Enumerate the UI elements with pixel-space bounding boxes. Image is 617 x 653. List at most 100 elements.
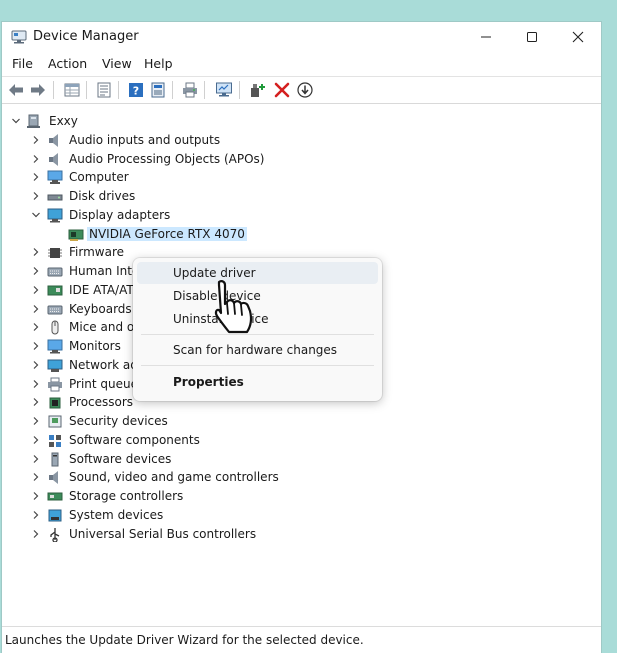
chevron-right-icon[interactable] xyxy=(31,172,41,182)
chevron-right-icon[interactable] xyxy=(31,266,41,276)
mouse-icon xyxy=(51,320,59,335)
tree-category-label: Audio Processing Objects (APOs) xyxy=(69,151,265,166)
minimize-icon xyxy=(481,36,491,38)
tree-category-label: Universal Serial Bus controllers xyxy=(69,526,257,541)
chevron-right-icon[interactable] xyxy=(31,304,41,314)
remove-x-icon xyxy=(274,82,290,98)
chevron-right-icon[interactable] xyxy=(31,247,41,257)
software-component-icon xyxy=(49,434,61,447)
ide-controller-icon xyxy=(47,285,63,296)
window-title: Device Manager xyxy=(33,29,139,44)
print-icon xyxy=(183,82,197,98)
chevron-right-icon[interactable] xyxy=(31,435,41,445)
context-scan-hardware-label: Scan for hardware changes xyxy=(173,343,338,357)
close-button[interactable] xyxy=(555,22,601,52)
display-adapter-icon xyxy=(47,208,63,223)
tree-category-label: Keyboards xyxy=(69,301,132,316)
uninstall-button[interactable] xyxy=(273,81,291,99)
menu-file[interactable]: File xyxy=(12,56,33,71)
maximize-button[interactable] xyxy=(509,22,555,52)
context-properties[interactable]: Properties xyxy=(137,371,378,393)
toolbar-separator xyxy=(86,81,87,99)
forward-button[interactable] xyxy=(29,81,47,99)
menu-action[interactable]: Action xyxy=(48,56,87,71)
chevron-right-icon[interactable] xyxy=(31,360,41,370)
minimize-button[interactable] xyxy=(463,22,509,52)
toolbar: ? xyxy=(2,76,601,104)
chevron-right-icon[interactable] xyxy=(31,454,41,464)
keyboard-icon xyxy=(47,267,63,277)
tree-category[interactable]: Software devices xyxy=(2,450,601,469)
download-driver-button[interactable] xyxy=(296,81,314,99)
device-manager-app-icon xyxy=(11,30,27,44)
menu-view[interactable]: View xyxy=(102,56,132,71)
tree-category-label: Processors xyxy=(69,395,134,410)
toolbar-separator xyxy=(204,81,205,99)
device-panel-button[interactable] xyxy=(149,81,167,99)
context-scan-hardware[interactable]: Scan for hardware changes xyxy=(137,339,378,361)
tree-category-label: IDE ATA/ATA xyxy=(69,282,141,297)
tree-category[interactable]: Security devices xyxy=(2,412,601,431)
properties-button[interactable] xyxy=(63,81,81,99)
tree-category[interactable]: Audio Processing Objects (APOs) xyxy=(2,150,601,169)
title-bar[interactable]: Device Manager xyxy=(2,22,601,52)
menu-help[interactable]: Help xyxy=(144,56,173,71)
chevron-right-icon[interactable] xyxy=(31,191,41,201)
tree-category-label: Network ad xyxy=(69,357,138,372)
context-properties-label: Properties xyxy=(173,375,244,389)
chevron-right-icon[interactable] xyxy=(31,529,41,539)
tree-category-label: Storage controllers xyxy=(69,489,184,503)
chevron-right-icon[interactable] xyxy=(31,397,41,407)
speaker-icon xyxy=(49,133,58,147)
tree-category-label: Firmware xyxy=(69,245,124,260)
tree-category[interactable]: Software components xyxy=(2,431,601,450)
tree-category-label: Security devices xyxy=(69,414,168,428)
computer-tower-icon xyxy=(27,114,40,128)
svg-text:?: ? xyxy=(133,85,139,98)
tree-category[interactable]: Disk drives xyxy=(2,187,601,206)
chevron-right-icon[interactable] xyxy=(31,416,41,426)
chevron-down-icon[interactable] xyxy=(11,116,21,126)
close-icon xyxy=(572,31,584,43)
tree-category-label: Human Inte xyxy=(69,264,140,278)
tree-category[interactable]: Audio inputs and outputs xyxy=(2,131,601,150)
tree-category-label: Disk drives xyxy=(69,189,136,203)
update-list-button[interactable] xyxy=(95,81,113,99)
tree-category-label: Display adapters xyxy=(69,207,171,222)
toolbar-separator xyxy=(118,81,119,99)
tree-category[interactable]: Storage controllers xyxy=(2,487,601,506)
print-button[interactable] xyxy=(181,81,199,99)
chevron-right-icon[interactable] xyxy=(31,154,41,164)
tree-category[interactable]: Display adapters xyxy=(2,206,601,225)
chevron-down-icon[interactable] xyxy=(31,210,41,220)
back-button[interactable] xyxy=(7,81,25,99)
chevron-right-icon[interactable] xyxy=(31,491,41,501)
tree-category[interactable]: Universal Serial Bus controllers xyxy=(2,525,601,544)
speaker-icon xyxy=(49,471,58,485)
tree-root[interactable]: Exxy xyxy=(2,112,601,131)
tree-category[interactable]: Computer xyxy=(2,168,601,187)
chevron-right-icon[interactable] xyxy=(31,322,41,332)
scan-hardware-button[interactable] xyxy=(215,81,233,99)
chevron-right-icon[interactable] xyxy=(31,135,41,145)
chevron-right-icon[interactable] xyxy=(31,341,41,351)
device-manager-window: Device Manager File Action View Help ? E… xyxy=(2,22,601,653)
chevron-right-icon[interactable] xyxy=(31,510,41,520)
printer-icon xyxy=(48,377,62,391)
help-button[interactable]: ? xyxy=(127,81,145,99)
usb-icon xyxy=(50,527,60,542)
firmware-chip-icon xyxy=(48,248,62,259)
tree-category-label: System devices xyxy=(69,507,164,522)
chevron-right-icon[interactable] xyxy=(31,379,41,389)
add-driver-button[interactable] xyxy=(248,81,266,99)
toolbar-separator xyxy=(172,81,173,99)
tree-category-label: Audio inputs and outputs xyxy=(69,132,221,147)
tree-category[interactable]: Sound, video and game controllers xyxy=(2,468,601,487)
chevron-right-icon[interactable] xyxy=(31,285,41,295)
chevron-right-icon[interactable] xyxy=(31,472,41,482)
forward-arrow-icon xyxy=(31,84,45,96)
tree-category-label: Sound, video and game controllers xyxy=(69,470,279,485)
tree-category[interactable]: System devices xyxy=(2,506,601,525)
tree-device[interactable]: NVIDIA GeForce RTX 4070 xyxy=(2,225,601,244)
toolbar-separator xyxy=(53,81,54,99)
